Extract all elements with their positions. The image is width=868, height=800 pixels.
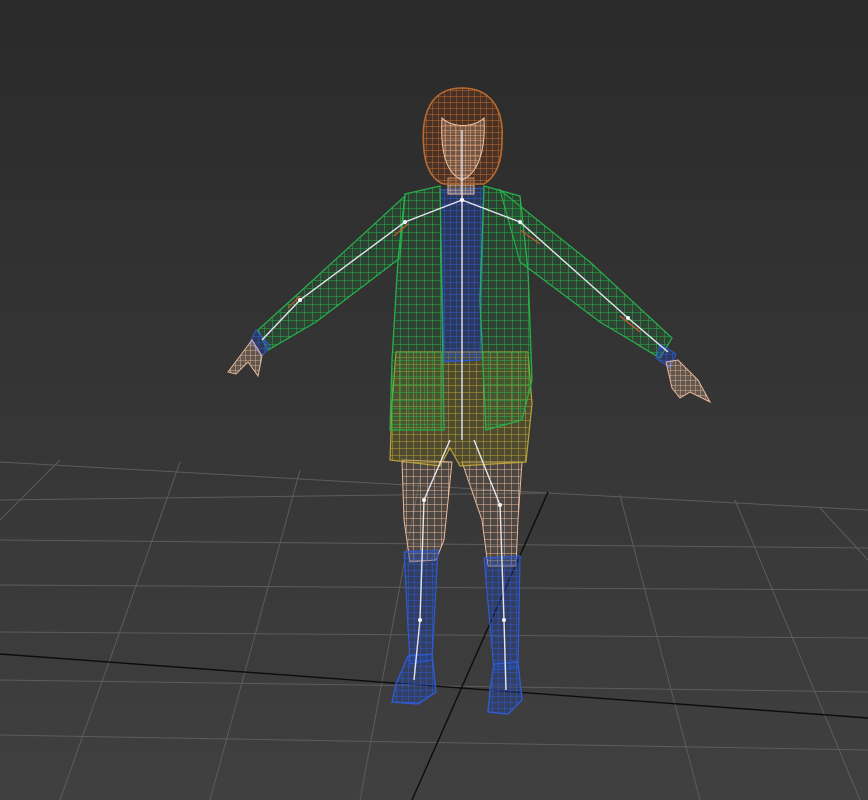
3d-viewport[interactable] <box>0 0 868 800</box>
